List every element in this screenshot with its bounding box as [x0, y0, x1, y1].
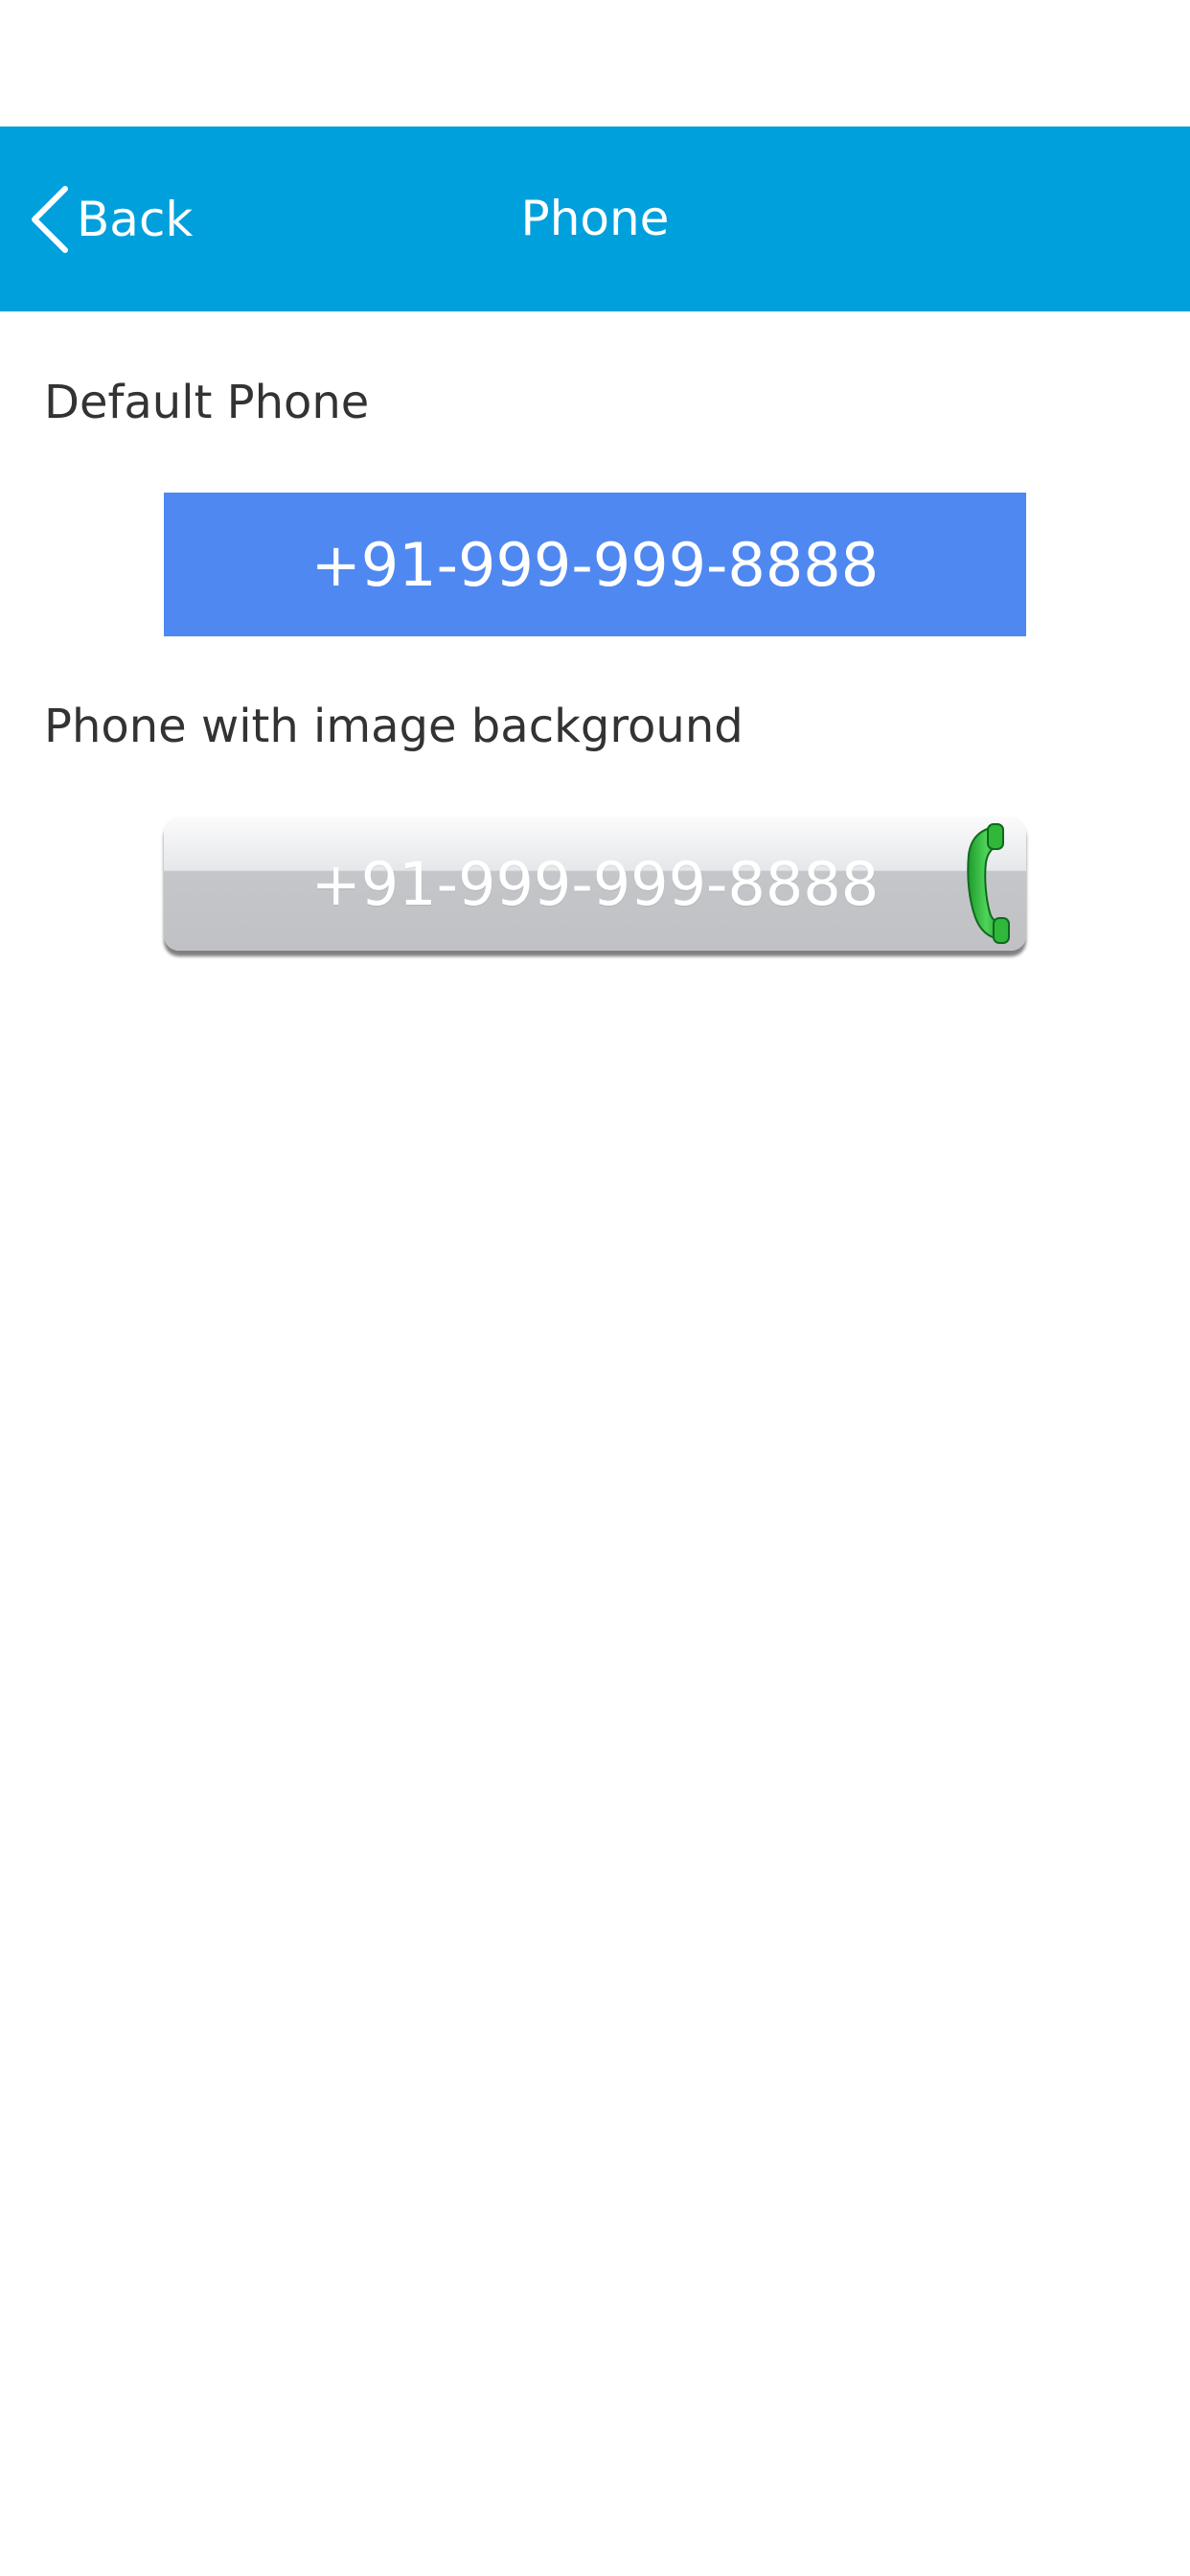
image-phone-label: Phone with image background: [44, 700, 744, 753]
image-phone-number: +91-999-999-8888: [310, 848, 880, 919]
back-label: Back: [77, 191, 194, 247]
default-phone-label: Default Phone: [44, 376, 370, 429]
back-button[interactable]: Back: [29, 126, 193, 311]
default-phone-number: +91-999-999-8888: [310, 529, 880, 600]
default-phone-button[interactable]: +91-999-999-8888: [164, 493, 1026, 636]
chevron-left-icon: [29, 185, 71, 254]
image-phone-button[interactable]: +91-999-999-8888: [164, 816, 1026, 951]
phone-handset-icon: [961, 822, 1013, 945]
navigation-bar: Back Phone: [0, 126, 1190, 311]
status-bar: [0, 0, 1190, 126]
